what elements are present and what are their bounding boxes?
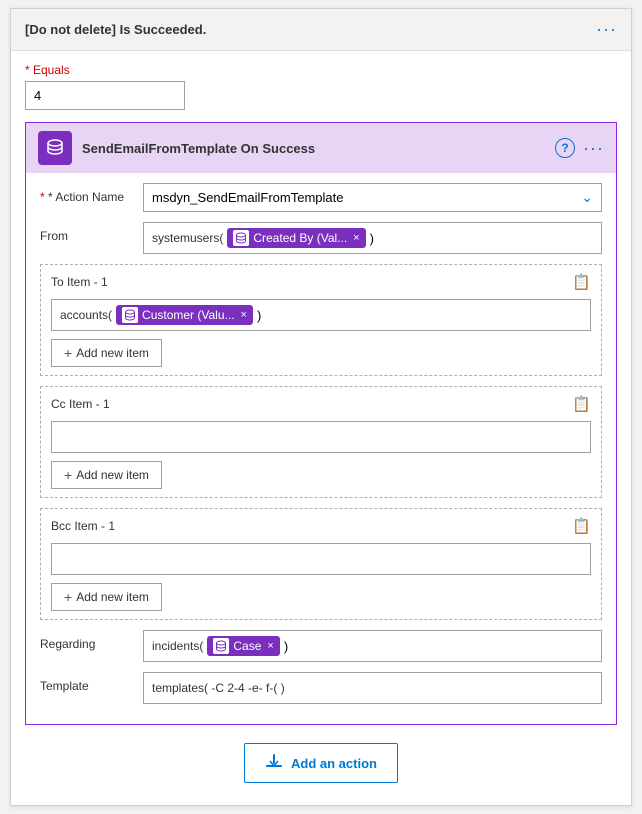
from-row: From systemusers( xyxy=(40,222,602,254)
bcc-section: Bcc Item - 1 📋 + Add new item xyxy=(40,508,602,620)
bcc-plus-icon: + xyxy=(64,589,72,605)
equals-field-group: * Equals xyxy=(25,63,617,110)
regarding-prefix: incidents( xyxy=(152,639,203,653)
action-name-select[interactable]: msdyn_SendEmailFromTemplate ⌄ xyxy=(143,183,602,212)
cc-token-input[interactable] xyxy=(51,421,591,453)
card-header-title: [Do not delete] Is Succeeded. xyxy=(25,22,206,37)
to-token-close[interactable]: × xyxy=(241,309,247,321)
to-token-db-icon xyxy=(122,307,138,323)
from-value: systemusers( Created By (Val... xyxy=(143,222,602,254)
template-text: templates( -C 2-4 -e- f-( ) xyxy=(152,681,285,695)
bcc-add-item-label: Add new item xyxy=(76,590,149,604)
card-header: [Do not delete] Is Succeeded. ··· xyxy=(11,9,631,51)
action-header: SendEmailFromTemplate On Success ? ··· xyxy=(26,123,616,173)
equals-input[interactable] xyxy=(25,81,185,110)
regarding-token-db-icon xyxy=(213,638,229,654)
bcc-copy-icon[interactable]: 📋 xyxy=(572,517,591,535)
bcc-add-item-button[interactable]: + Add new item xyxy=(51,583,162,611)
to-token-input[interactable]: accounts( Customer (Valu... × xyxy=(51,299,591,331)
card-header-menu-icon[interactable]: ··· xyxy=(596,19,617,40)
from-token-input[interactable]: systemusers( Created By (Val... xyxy=(143,222,602,254)
to-token-label: Customer (Valu... xyxy=(142,308,234,322)
template-value: templates( -C 2-4 -e- f-( ) xyxy=(143,672,602,704)
regarding-token-close[interactable]: × xyxy=(267,640,273,652)
bcc-label: Bcc Item - 1 xyxy=(51,519,115,533)
add-action-label: Add an action xyxy=(291,756,377,771)
main-card: [Do not delete] Is Succeeded. ··· * Equa… xyxy=(10,8,632,806)
to-add-item-button[interactable]: + Add new item xyxy=(51,339,162,367)
from-token: Created By (Val... × xyxy=(227,228,365,248)
from-token-db-icon xyxy=(233,230,249,246)
template-label: Template xyxy=(40,672,135,693)
bcc-section-header: Bcc Item - 1 📋 xyxy=(51,517,591,535)
bcc-token-input[interactable] xyxy=(51,543,591,575)
help-icon[interactable]: ? xyxy=(555,138,575,158)
cc-copy-icon[interactable]: 📋 xyxy=(572,395,591,413)
cc-add-item-label: Add new item xyxy=(76,468,149,482)
to-label: To Item - 1 xyxy=(51,275,108,289)
to-token: Customer (Valu... × xyxy=(116,305,253,325)
cc-section: Cc Item - 1 📋 + Add new item xyxy=(40,386,602,498)
action-name-row: * * Action Name msdyn_SendEmailFromTempl… xyxy=(40,183,602,212)
action-title: SendEmailFromTemplate On Success xyxy=(82,141,315,156)
action-body: * * Action Name msdyn_SendEmailFromTempl… xyxy=(26,173,616,724)
regarding-token-label: Case xyxy=(233,639,261,653)
equals-label: * Equals xyxy=(25,63,617,77)
cc-add-item-button[interactable]: + Add new item xyxy=(51,461,162,489)
regarding-token: Case × xyxy=(207,636,279,656)
to-copy-icon[interactable]: 📋 xyxy=(572,273,591,291)
to-prefix: accounts( xyxy=(60,308,112,322)
template-token-input[interactable]: templates( -C 2-4 -e- f-( ) xyxy=(143,672,602,704)
regarding-token-input[interactable]: incidents( Case × xyxy=(143,630,602,662)
add-action-button[interactable]: Add an action xyxy=(244,743,398,783)
regarding-label: Regarding xyxy=(40,630,135,651)
action-name-selected: msdyn_SendEmailFromTemplate xyxy=(152,190,343,205)
add-action-icon xyxy=(265,752,283,774)
send-email-icon xyxy=(38,131,72,165)
to-plus-icon: + xyxy=(64,345,72,361)
action-header-right: ? ··· xyxy=(555,138,604,159)
action-name-value: msdyn_SendEmailFromTemplate ⌄ xyxy=(143,183,602,212)
action-menu-icon[interactable]: ··· xyxy=(583,138,604,159)
to-section-header: To Item - 1 📋 xyxy=(51,273,591,291)
from-token-label: Created By (Val... xyxy=(253,231,347,245)
to-section: To Item - 1 📋 accounts( xyxy=(40,264,602,376)
db-icon-svg xyxy=(45,138,65,158)
cc-label: Cc Item - 1 xyxy=(51,397,110,411)
add-action-container: Add an action xyxy=(25,743,617,783)
from-label: From xyxy=(40,222,135,243)
template-row: Template templates( -C 2-4 -e- f-( ) xyxy=(40,672,602,704)
action-block: SendEmailFromTemplate On Success ? ··· *… xyxy=(25,122,617,725)
action-name-label: * * Action Name xyxy=(40,183,135,204)
chevron-down-icon: ⌄ xyxy=(581,189,593,206)
card-body: * Equals SendEmailFromTemplate On Suc xyxy=(11,51,631,805)
cc-plus-icon: + xyxy=(64,467,72,483)
to-add-item-label: Add new item xyxy=(76,346,149,360)
regarding-row: Regarding incidents( xyxy=(40,630,602,662)
cc-section-header: Cc Item - 1 📋 xyxy=(51,395,591,413)
from-prefix: systemusers( xyxy=(152,231,223,245)
regarding-value: incidents( Case × xyxy=(143,630,602,662)
from-token-close[interactable]: × xyxy=(353,232,359,244)
action-header-left: SendEmailFromTemplate On Success xyxy=(38,131,315,165)
